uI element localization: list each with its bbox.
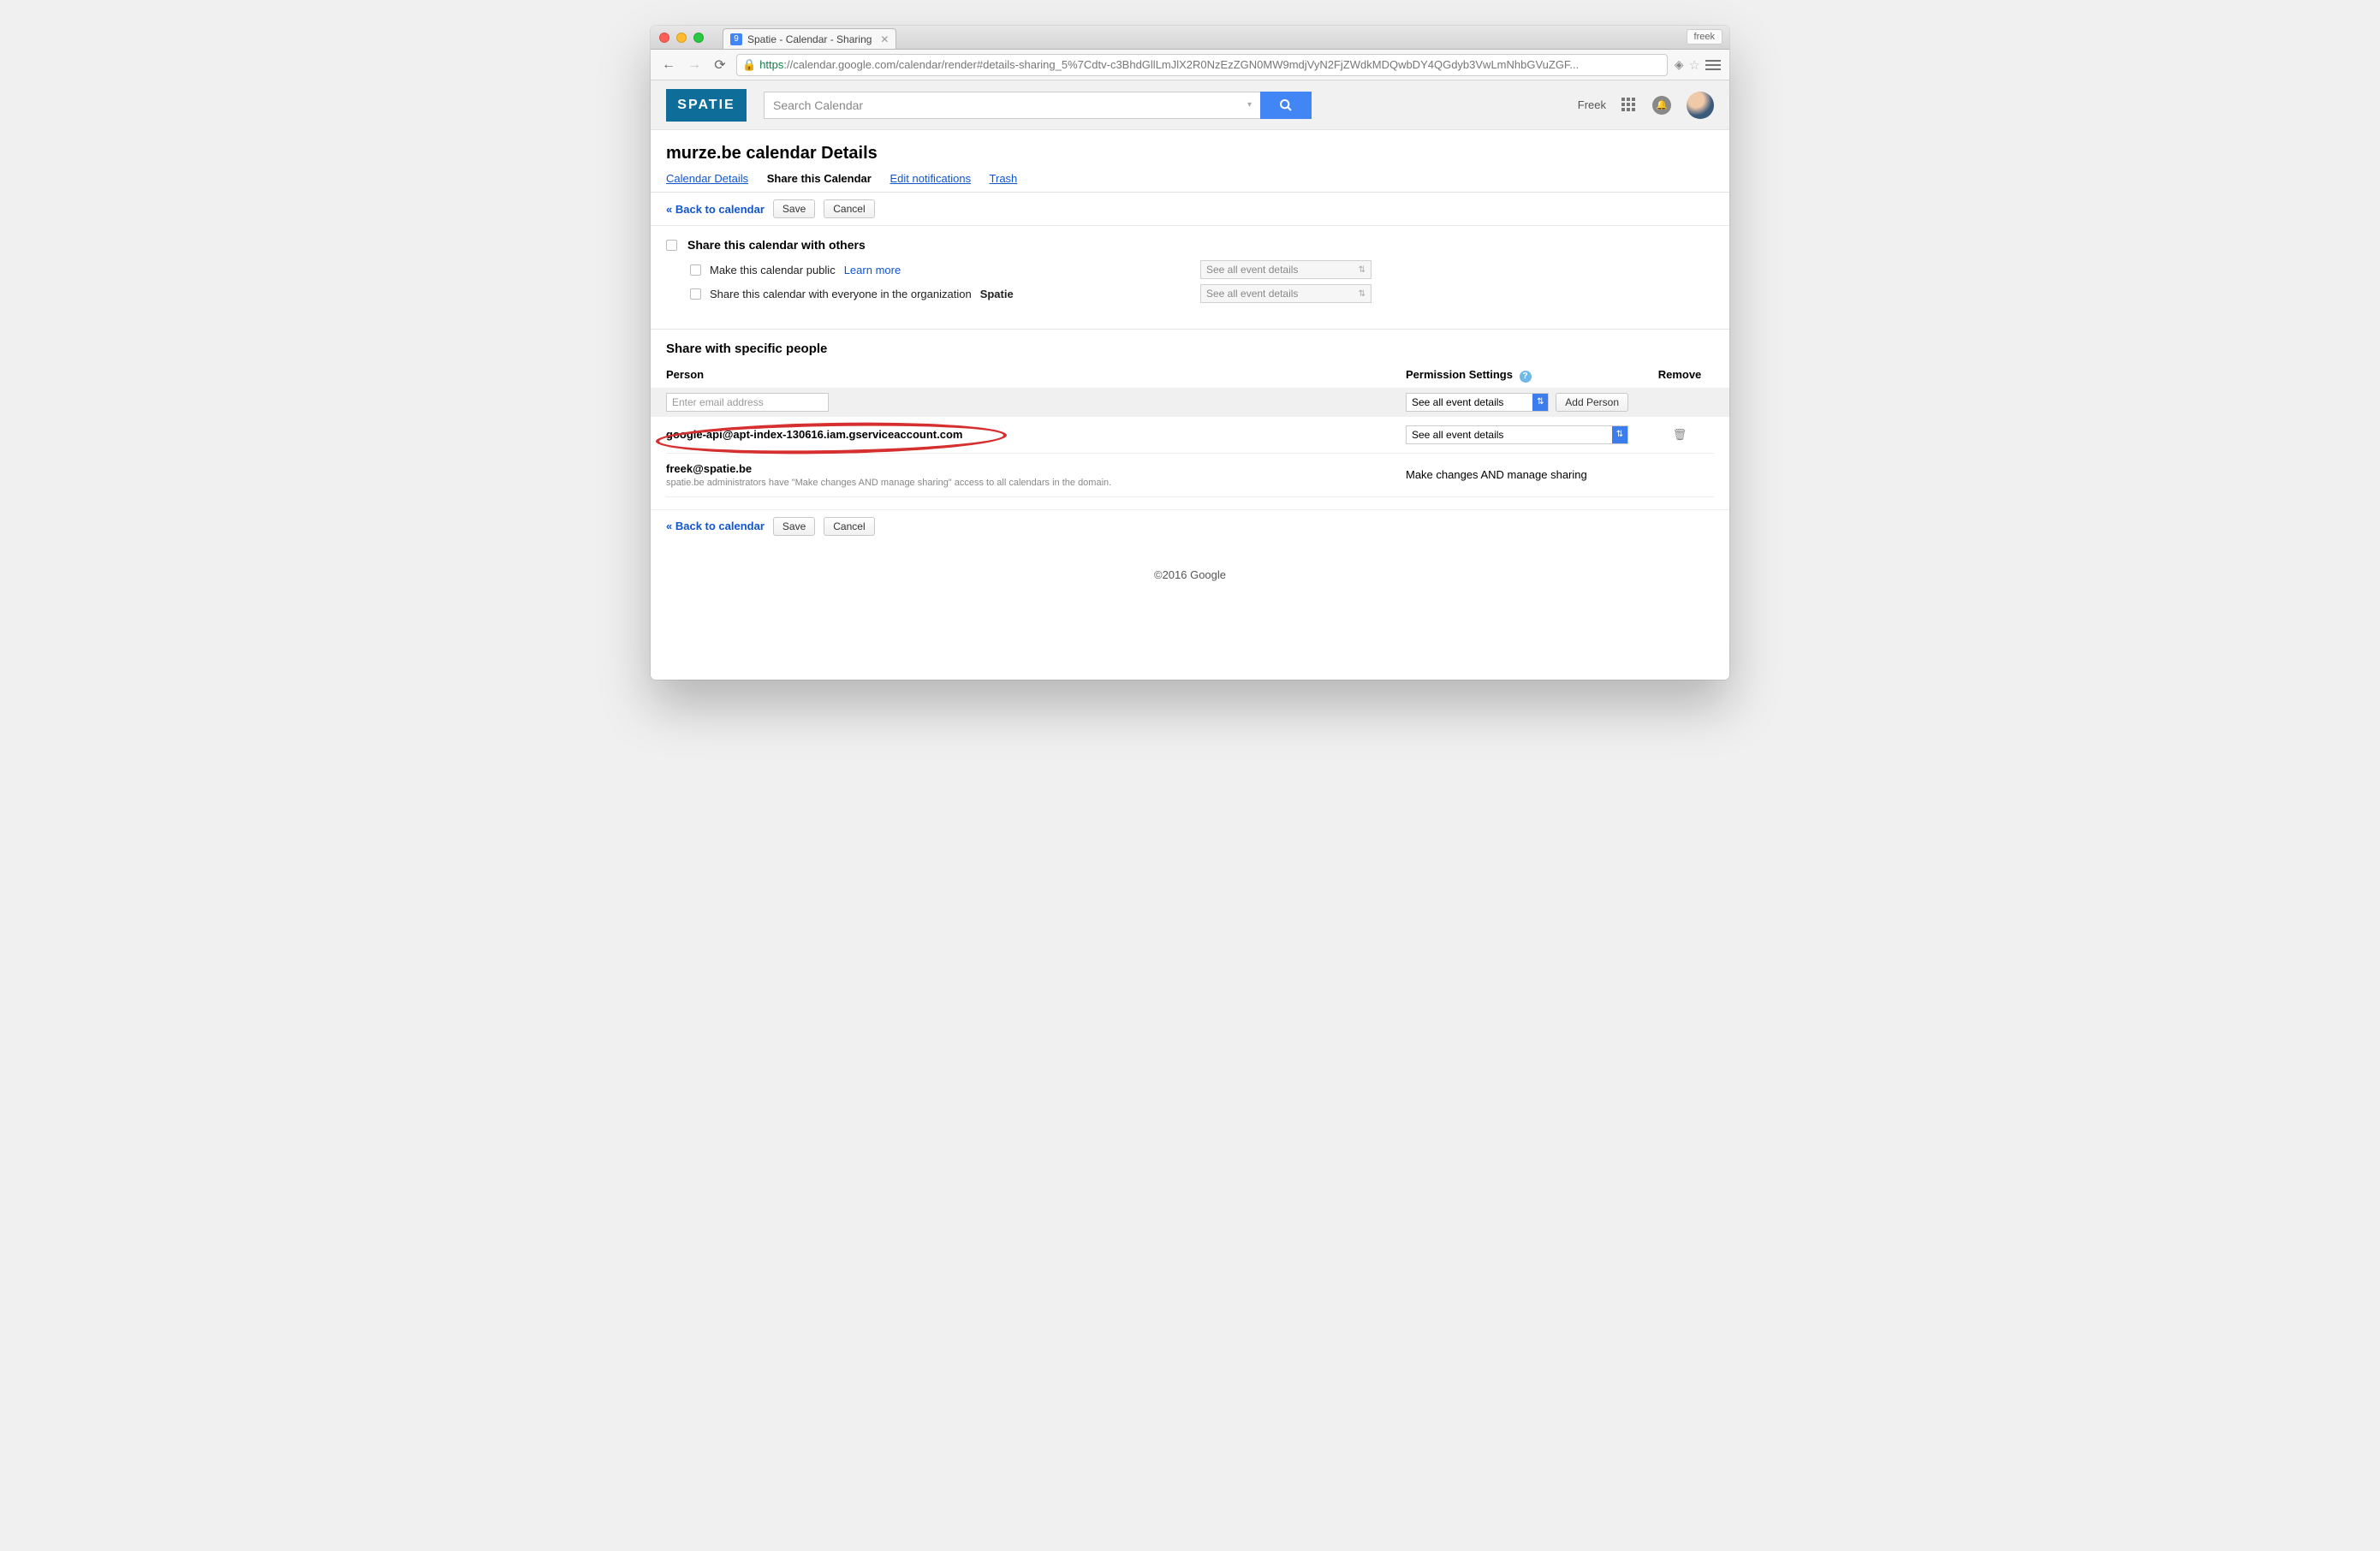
address-bar[interactable]: 🔒 https ://calendar.google.com /calendar… (736, 54, 1668, 76)
action-row-top: « Back to calendar Save Cancel (651, 193, 1729, 226)
footer-copyright: ©2016 Google (651, 543, 1729, 607)
new-permission-select[interactable]: See all event details ⇅ (1406, 393, 1549, 412)
share-org-label: Share this calendar with everyone in the… (710, 288, 972, 300)
tab-share-calendar[interactable]: Share this Calendar (767, 172, 872, 185)
trash-icon: 🗑 (1673, 428, 1687, 441)
forward-button[interactable]: → (685, 56, 704, 74)
browser-toolbar: ← → ⟳ 🔒 https ://calendar.google.com /ca… (651, 50, 1729, 80)
chevron-updown-icon: ⇅ (1359, 265, 1366, 275)
search-placeholder: Search Calendar (773, 98, 863, 112)
translate-icon[interactable]: ◈ (1675, 57, 1684, 72)
window-controls (659, 33, 704, 43)
col-permission: Permission Settings ? (1406, 368, 1628, 388)
make-public-label: Make this calendar public (710, 264, 836, 276)
url-path: /calendar/render#details-sharing_5%7Cdtv… (895, 58, 1579, 71)
close-window-icon[interactable] (659, 33, 669, 43)
permission-select[interactable]: See all event details ⇅ (1406, 425, 1628, 444)
cancel-button[interactable]: Cancel (824, 517, 874, 536)
public-permission-select[interactable]: See all event details ⇅ (1200, 260, 1371, 279)
col-person: Person (666, 368, 1389, 388)
learn-more-link[interactable]: Learn more (844, 264, 901, 276)
lock-icon: 🔒 (742, 58, 756, 72)
save-button[interactable]: Save (773, 517, 815, 536)
share-people-heading: Share with specific people (666, 342, 1714, 356)
permission-label: Make changes AND manage sharing (1406, 468, 1628, 481)
org-name: Spatie (980, 288, 1014, 300)
chrome-titlebar: 9 Spatie - Calendar - Sharing ✕ freek (651, 26, 1729, 50)
org-permission-select[interactable]: See all event details ⇅ (1200, 284, 1371, 303)
person-row: freek@spatie.be spatie.be administrators… (666, 454, 1714, 497)
share-others-heading: Share this calendar with others (687, 238, 866, 252)
bookmark-star-icon[interactable]: ☆ (1689, 57, 1700, 73)
person-email: google-api@apt-index-130616.iam.gservice… (666, 428, 962, 441)
url-host: ://calendar.google.com (783, 58, 895, 71)
chevron-updown-icon: ⇅ (1612, 426, 1627, 443)
sub-tabs: Calendar Details Share this Calendar Edi… (651, 172, 1729, 193)
make-public-checkbox[interactable] (690, 264, 701, 276)
close-tab-icon[interactable]: ✕ (880, 33, 889, 45)
org-logo[interactable]: SPATIE (666, 89, 747, 122)
col-remove: Remove (1645, 368, 1714, 388)
tab-trash[interactable]: Trash (990, 172, 1018, 185)
add-person-row: Enter email address See all event detail… (651, 388, 1729, 417)
browser-window: 9 Spatie - Calendar - Sharing ✕ freek ← … (651, 26, 1729, 680)
email-placeholder: Enter email address (672, 396, 764, 408)
avatar[interactable] (1687, 92, 1714, 119)
person-row: google-api@apt-index-130616.iam.gservice… (666, 417, 1714, 454)
tab-title: Spatie - Calendar - Sharing (747, 33, 872, 45)
save-button[interactable]: Save (773, 199, 815, 218)
back-button[interactable]: ← (659, 56, 678, 74)
tab-calendar-details[interactable]: Calendar Details (666, 172, 748, 185)
chevron-updown-icon: ⇅ (1532, 394, 1548, 411)
page-content: SPATIE Search Calendar ▾ Freek 🔔 murze.b… (651, 80, 1729, 680)
back-to-calendar-link[interactable]: « Back to calendar (666, 520, 765, 532)
select-value: See all event details (1412, 396, 1503, 408)
chrome-profile-chip[interactable]: freek (1687, 29, 1723, 45)
email-input[interactable]: Enter email address (666, 393, 829, 412)
select-value: See all event details (1206, 264, 1298, 276)
share-with-people-section: Share with specific people Person Permis… (651, 330, 1729, 509)
person-email: freek@spatie.be (666, 462, 752, 475)
user-name-label[interactable]: Freek (1578, 98, 1606, 111)
share-with-others-section: Share this calendar with others Make thi… (651, 226, 1729, 320)
search-dropdown-icon[interactable]: ▾ (1247, 100, 1252, 110)
back-to-calendar-link[interactable]: « Back to calendar (666, 203, 765, 216)
chevron-updown-icon: ⇅ (1359, 289, 1366, 299)
select-value: See all event details (1412, 429, 1503, 441)
browser-tab[interactable]: 9 Spatie - Calendar - Sharing ✕ (723, 28, 896, 49)
search-input[interactable]: Search Calendar ▾ (764, 92, 1260, 119)
search-button[interactable] (1260, 92, 1312, 119)
add-person-button[interactable]: Add Person (1556, 393, 1628, 412)
share-others-checkbox[interactable] (666, 240, 677, 251)
action-row-bottom: « Back to calendar Save Cancel (651, 509, 1729, 543)
notifications-icon[interactable]: 🔔 (1652, 96, 1671, 115)
select-value: See all event details (1206, 288, 1298, 300)
admin-note: spatie.be administrators have "Make chan… (666, 478, 1389, 488)
share-org-checkbox[interactable] (690, 288, 701, 300)
help-icon[interactable]: ? (1520, 371, 1532, 383)
maximize-window-icon[interactable] (693, 33, 704, 43)
tab-edit-notifications[interactable]: Edit notifications (890, 172, 971, 185)
gcal-header: SPATIE Search Calendar ▾ Freek 🔔 (651, 80, 1729, 130)
url-scheme: https (759, 58, 783, 71)
chrome-menu-icon[interactable] (1705, 60, 1721, 70)
search-icon (1279, 98, 1293, 112)
cancel-button[interactable]: Cancel (824, 199, 874, 218)
google-apps-icon[interactable] (1621, 98, 1637, 113)
reload-button[interactable]: ⟳ (711, 56, 729, 74)
remove-person-button[interactable]: 🗑 (1645, 428, 1714, 442)
page-title: murze.be calendar Details (651, 139, 1729, 172)
minimize-window-icon[interactable] (676, 33, 687, 43)
tab-favicon: 9 (730, 33, 742, 45)
